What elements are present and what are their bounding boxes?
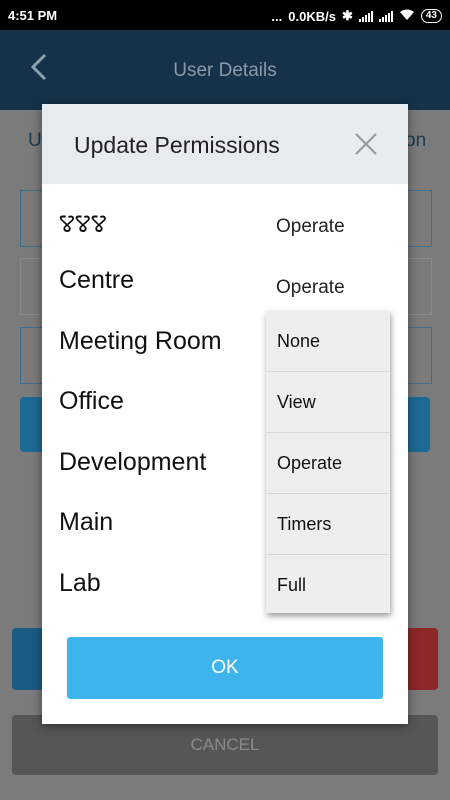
permission-row-name: Office bbox=[59, 387, 124, 415]
dialog-header: Update Permissions bbox=[42, 104, 408, 184]
dropdown-option-operate[interactable]: Operate bbox=[266, 433, 390, 494]
tab-right-fragment[interactable]: on bbox=[405, 130, 426, 152]
app-bar: User Details bbox=[0, 30, 450, 110]
bluetooth-icon: ✱ bbox=[341, 8, 353, 23]
cancel-button[interactable]: CANCEL bbox=[12, 715, 438, 775]
permission-dropdown: None View Operate Timers Full bbox=[266, 311, 390, 613]
dropdown-option-full[interactable]: Full bbox=[266, 555, 390, 615]
permission-row-name: Centre bbox=[59, 266, 135, 294]
signal-icon bbox=[358, 10, 373, 22]
page-title: User Details bbox=[173, 60, 277, 81]
permission-row-name: Development bbox=[59, 448, 207, 476]
status-icons: ... 0.0KB/s ✱ 43 bbox=[271, 8, 442, 24]
dropdown-option-none[interactable]: None bbox=[266, 311, 390, 372]
dropdown-option-view[interactable]: View bbox=[266, 372, 390, 433]
battery-icon: 43 bbox=[420, 9, 442, 23]
status-bar: 4:51 PM ... 0.0KB/s ✱ 43 bbox=[0, 0, 450, 30]
permission-row-name: ꢮꢮꢮ bbox=[59, 210, 107, 238]
permission-row-name: Meeting Room bbox=[59, 327, 222, 355]
status-time: 4:51 PM bbox=[8, 8, 58, 23]
tab-left-fragment[interactable]: U bbox=[28, 130, 42, 152]
ok-button[interactable]: OK bbox=[67, 637, 383, 699]
permission-row-value[interactable]: Operate bbox=[276, 216, 345, 238]
close-icon[interactable] bbox=[354, 132, 378, 156]
permission-row-value[interactable]: Operate bbox=[276, 277, 345, 299]
network-speed: 0.0KB/s bbox=[288, 8, 336, 24]
permission-row-name: Lab bbox=[59, 569, 101, 597]
dialog-title: Update Permissions bbox=[74, 132, 280, 158]
permission-row-name: Main bbox=[59, 508, 114, 536]
wifi-icon bbox=[399, 9, 415, 24]
status-dots: ... bbox=[271, 8, 283, 24]
signal-icon bbox=[378, 10, 393, 22]
dropdown-option-timers[interactable]: Timers bbox=[266, 494, 390, 555]
